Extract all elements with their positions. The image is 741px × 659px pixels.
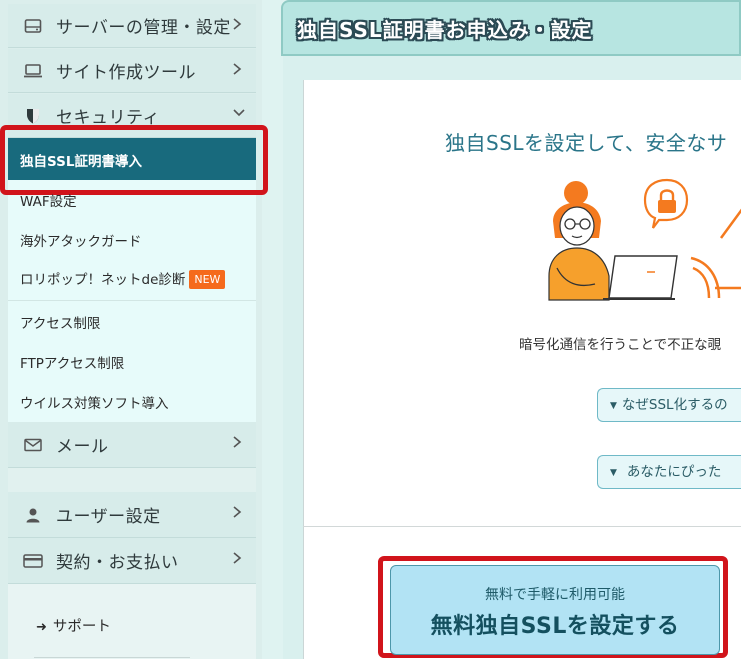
cta-label: 無料独自SSLを設定する bbox=[430, 614, 680, 639]
support-label: サポート bbox=[52, 619, 111, 635]
sidebar-item-user-settings[interactable]: ユーザー設定 bbox=[8, 492, 256, 538]
sidebar-item-label: サーバーの管理・設定 bbox=[56, 18, 231, 38]
new-badge: NEW bbox=[189, 270, 226, 289]
set-free-ssl-button[interactable]: 無料で手軽に利用可能 無料独自SSLを設定する bbox=[390, 565, 720, 655]
chevron-right-icon bbox=[232, 550, 246, 568]
divider bbox=[303, 526, 741, 527]
mail-icon bbox=[22, 434, 44, 456]
cta-subtitle: 無料で手軽に利用可能 bbox=[485, 587, 625, 603]
title-bar: 独自SSL証明書お申込み・設定 bbox=[281, 0, 741, 56]
sidebar-item-server[interactable]: サーバーの管理・設定 bbox=[8, 4, 256, 48]
description-text: 暗号化通信を行うことで不正な覗 bbox=[519, 337, 722, 353]
sidebar-item-contract-payment[interactable]: 契約・お支払い bbox=[8, 538, 256, 584]
chevron-right-icon bbox=[232, 61, 246, 79]
sidebar-item-site-tools[interactable]: サイト作成ツール bbox=[8, 49, 256, 93]
headline: 独自SSLを設定して、安全なサ bbox=[445, 131, 728, 155]
sidebar-subitem-access-limit[interactable]: アクセス制限 bbox=[20, 312, 100, 332]
highlight-box bbox=[0, 125, 268, 195]
sidebar-subitem-label: ロリポップ！ネットde診断 bbox=[20, 272, 186, 288]
sidebar-subitem-attack-guard[interactable]: 海外アタックガード bbox=[20, 230, 142, 250]
shield-icon bbox=[22, 105, 44, 127]
sidebar-subitem-net-diagnosis[interactable]: ロリポップ！ネットde診断 NEW bbox=[20, 268, 226, 289]
sidebar-item-label: メール bbox=[56, 437, 109, 457]
server-icon bbox=[22, 15, 44, 37]
sidebar-item-label: 契約・お支払い bbox=[56, 553, 179, 573]
user-icon bbox=[22, 504, 44, 526]
triangle-down-icon: ▼ bbox=[610, 401, 617, 411]
chevron-right-icon bbox=[232, 434, 246, 452]
arrow-right-icon: ➜ bbox=[36, 620, 47, 635]
divider bbox=[8, 300, 256, 301]
main-content: 独自SSL証明書お申込み・設定 独自SSLを設定して、安全なサ 暗号化通信を行う… bbox=[281, 0, 741, 659]
sidebar-item-mail[interactable]: メール bbox=[8, 422, 256, 468]
why-ssl-button[interactable]: ▼ なぜSSL化するの bbox=[597, 388, 741, 422]
ssl-illustration bbox=[548, 178, 741, 301]
recommended-plan-button[interactable]: ▼ あなたにぴった bbox=[597, 455, 741, 489]
sidebar-subitem-waf[interactable]: WAF設定 bbox=[20, 190, 77, 210]
sidebar-subitem-ftp-limit[interactable]: FTPアクセス制限 bbox=[20, 352, 124, 372]
triangle-down-icon: ▼ bbox=[610, 468, 617, 478]
pill-label: なぜSSL化するの bbox=[621, 397, 728, 413]
sidebar: サーバーの管理・設定 サイト作成ツール セキュリティ 独自SSL証明書導入 WA… bbox=[0, 0, 268, 659]
laptop-icon bbox=[22, 60, 44, 82]
chevron-right-icon bbox=[232, 16, 246, 34]
sidebar-spacer bbox=[8, 468, 256, 492]
pill-label: あなたにぴった bbox=[626, 464, 722, 480]
divider bbox=[34, 657, 190, 658]
sidebar-subitem-antivirus[interactable]: ウイルス対策ソフト導入 bbox=[20, 392, 169, 412]
sidebar-item-label: サイト作成ツール bbox=[56, 63, 196, 83]
credit-card-icon bbox=[22, 550, 44, 572]
chevron-down-icon bbox=[232, 108, 246, 126]
sidebar-item-label: ユーザー設定 bbox=[56, 507, 161, 527]
chevron-right-icon bbox=[232, 504, 246, 522]
support-link[interactable]: ➜ サポート bbox=[36, 615, 111, 636]
page-title: 独自SSL証明書お申込み・設定 bbox=[297, 18, 593, 42]
